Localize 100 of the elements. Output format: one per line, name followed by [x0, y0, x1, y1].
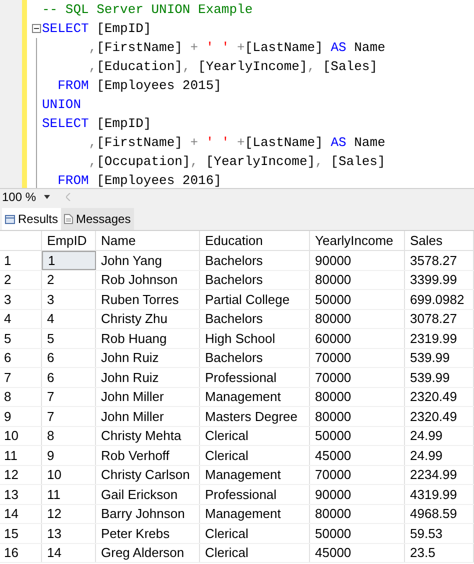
document-icon	[64, 214, 74, 224]
table-cell: 9	[42, 446, 96, 464]
row-number[interactable]: 9	[0, 407, 42, 426]
code-text: [Occupation]	[96, 153, 190, 171]
table-cell: 90000	[310, 251, 405, 270]
code-text: [LastName]	[244, 134, 324, 152]
table-cell: Bachelors	[200, 348, 310, 367]
column-header[interactable]: YearlyIncome	[310, 231, 405, 250]
table-cell: 11	[42, 485, 96, 504]
code-keyword: AS	[330, 39, 346, 57]
table-cell: 8	[42, 426, 96, 445]
table-cell: Barry Johnson	[96, 504, 200, 523]
row-number[interactable]: 5	[0, 329, 42, 348]
row-number[interactable]: 6	[0, 348, 42, 367]
table-cell: 2320.49	[405, 407, 474, 426]
table-cell: 7	[42, 388, 96, 406]
row-number[interactable]: 7	[0, 368, 42, 386]
column-header[interactable]: Sales	[405, 231, 474, 250]
table-cell: 80000	[310, 407, 405, 426]
table-cell: Management	[200, 504, 310, 523]
table-cell: Clerical	[200, 544, 310, 562]
code-text: [Employees 2016]	[96, 172, 222, 188]
row-number[interactable]: 11	[0, 446, 42, 464]
table-cell: 2	[42, 270, 96, 289]
code-operator: ,	[182, 58, 192, 76]
row-number[interactable]: 14	[0, 504, 42, 523]
code-text: [FirstName]	[96, 134, 184, 152]
code-operator: +	[190, 39, 200, 57]
table-cell: Management	[200, 388, 310, 406]
table-cell: 45000	[310, 544, 405, 562]
code-string: ' '	[206, 39, 230, 57]
column-header[interactable]: Education	[200, 231, 310, 250]
table-cell: 2234.99	[405, 466, 474, 484]
table-cell: 23.5	[405, 544, 474, 562]
table-cell: 24.99	[405, 446, 474, 464]
table-cell: 90000	[310, 485, 405, 504]
row-number[interactable]: 2	[0, 270, 42, 289]
table-cell: 60000	[310, 329, 405, 348]
table-cell: 80000	[310, 310, 405, 328]
code-operator: ,	[88, 153, 97, 171]
table-cell: 2319.99	[405, 329, 474, 348]
code-keyword: AS	[330, 134, 346, 152]
code-comment: -- SQL Server UNION Example	[42, 1, 253, 19]
table-cell: Rob Verhoff	[96, 446, 200, 464]
table-cell: Clerical	[200, 446, 310, 464]
row-number[interactable]: 3	[0, 290, 42, 308]
table-cell: Clerical	[200, 524, 310, 542]
table-cell: Professional	[200, 485, 310, 504]
table-cell: John Miller	[96, 407, 200, 426]
code-text: [Education]	[96, 58, 182, 76]
table-cell: Clerical	[200, 426, 310, 445]
row-number[interactable]: 15	[0, 524, 42, 542]
dropdown-arrow-icon	[44, 195, 50, 199]
grid-icon	[5, 214, 15, 224]
results-tab[interactable]: Messages	[61, 208, 134, 230]
row-number[interactable]: 13	[0, 485, 42, 504]
row-number[interactable]: 12	[0, 466, 42, 484]
table-cell: 3399.99	[405, 270, 474, 289]
table-cell: 80000	[310, 270, 405, 289]
table-cell: Rob Johnson	[96, 270, 200, 289]
column-header[interactable]: EmpID	[42, 231, 96, 250]
table-cell: 59.53	[405, 524, 474, 542]
code-operator: +	[190, 134, 200, 152]
column-header[interactable]: Name	[96, 231, 200, 250]
table-cell: 6	[42, 368, 96, 386]
code-text: Name	[353, 134, 386, 152]
code-operator: +	[236, 134, 245, 152]
table-cell: Bachelors	[200, 251, 310, 270]
code-string: ' '	[206, 134, 230, 152]
table-cell: Bachelors	[200, 310, 310, 328]
code-keyword: FROM	[56, 77, 89, 95]
row-number[interactable]: 10	[0, 426, 42, 445]
code-operator: ,	[190, 153, 200, 171]
table-cell: 4968.59	[405, 504, 474, 523]
code-keyword: FROM	[56, 172, 89, 188]
table-cell: 7	[42, 407, 96, 426]
table-cell: 699.0982	[405, 290, 474, 308]
row-number[interactable]: 16	[0, 544, 42, 562]
table-cell: John Yang	[96, 251, 200, 270]
code-text: [Sales]	[322, 58, 378, 76]
table-cell: Management	[200, 466, 310, 484]
code-keyword: SELECT	[42, 20, 89, 38]
code-text: Name	[353, 39, 386, 57]
row-number[interactable]: 4	[0, 310, 42, 328]
code-text: [EmpID]	[96, 115, 152, 133]
row-number[interactable]: 8	[0, 388, 42, 406]
zoom-dropdown[interactable]: 100 %	[0, 188, 60, 206]
code-operator: ,	[307, 58, 316, 76]
code-operator: ,	[88, 134, 97, 152]
table-cell: 24.99	[405, 426, 474, 445]
table-cell: John Ruiz	[96, 348, 200, 367]
table-cell: Gail Erickson	[96, 485, 200, 504]
table-cell: 80000	[310, 504, 405, 523]
table-cell: 5	[42, 329, 96, 348]
table-cell: John Ruiz	[96, 368, 200, 386]
table-cell: 539.99	[405, 368, 474, 386]
table-cell: 70000	[310, 348, 405, 367]
table-cell: 3078.27	[405, 310, 474, 328]
collapse-icon[interactable]	[32, 24, 40, 33]
results-tab[interactable]: Results	[2, 208, 62, 230]
